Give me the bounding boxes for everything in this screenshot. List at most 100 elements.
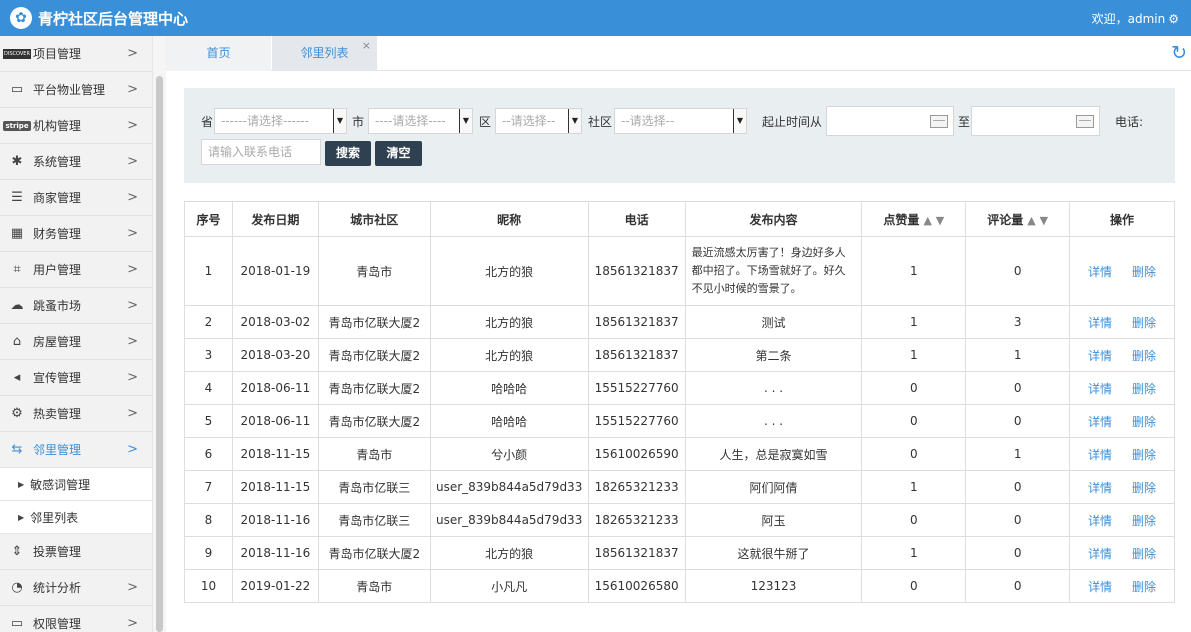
sidebar-item-promo[interactable]: ◂ 宣传管理 > <box>0 360 152 396</box>
detail-link[interactable]: 详情 <box>1088 580 1112 594</box>
detail-link[interactable]: 详情 <box>1088 415 1112 429</box>
cell-actions: 详情 删除 <box>1069 371 1175 405</box>
col-header-comments[interactable]: 评论量 ▲ ▼ <box>965 201 1071 237</box>
sidebar-item-label: 房屋管理 <box>33 335 82 349</box>
delete-link[interactable]: 删除 <box>1132 265 1156 279</box>
sidebar-item-finance[interactable]: ▦ 财务管理 > <box>0 216 152 252</box>
cell-content: 阿玉 <box>684 503 863 537</box>
calendar-icon[interactable] <box>1076 115 1094 128</box>
tab-home[interactable]: 首页 <box>166 36 271 71</box>
district-select[interactable]: --请选择-- ▼ <box>495 108 582 134</box>
search-button[interactable]: 搜索 <box>325 141 371 166</box>
sidebar-item-label: 宣传管理 <box>33 371 82 385</box>
sidebar-item-merchant[interactable]: ☰ 商家管理 > <box>0 180 152 216</box>
cell-actions: 详情 删除 <box>1069 305 1175 339</box>
cell-community: 青岛市亿联三 <box>317 470 431 504</box>
stripe-icon: stripe <box>3 120 31 131</box>
clear-button[interactable]: 清空 <box>375 141 422 166</box>
sort-icon[interactable]: ▲ ▼ <box>923 214 944 227</box>
end-date-input[interactable] <box>971 106 1100 136</box>
sidebar: DISCOVER 项目管理 > ▭ 平台物业管理 > stripe 机构管理 > ✱ 系统管理… <box>0 36 152 632</box>
cell-content: 最近流感太厉害了！身边好多人都中招了。下场雪就好了。好久不见小时候的雪景了。 <box>684 236 863 306</box>
phone-input[interactable]: 请输入联系电话 <box>201 139 321 165</box>
detail-link[interactable]: 详情 <box>1088 514 1112 528</box>
scrollbar-thumb[interactable] <box>156 76 163 632</box>
sidebar-item-stats[interactable]: ◔ 统计分析 > <box>0 570 152 606</box>
province-select[interactable]: ------请选择------ ▼ <box>214 108 347 134</box>
dropdown-arrow-icon: ▼ <box>459 109 472 133</box>
sidebar-item-label: 热卖管理 <box>33 407 82 421</box>
sidebar-item-vote[interactable]: ⇕ 投票管理 <box>0 534 152 570</box>
delete-link[interactable]: 删除 <box>1132 448 1156 462</box>
detail-link[interactable]: 详情 <box>1088 349 1112 363</box>
sidebar-item-permission[interactable]: ▭ 权限管理 > <box>0 606 152 632</box>
delete-link[interactable]: 删除 <box>1132 316 1156 330</box>
sidebar-item-hot-sale[interactable]: ⚙ 热卖管理 > <box>0 396 152 432</box>
cell-likes: 1 <box>861 536 967 570</box>
sidebar-subitem-neighbor-list[interactable]: ▶ 邻里列表 <box>0 501 152 534</box>
welcome-text: 欢迎，admin <box>1091 12 1166 26</box>
delete-link[interactable]: 删除 <box>1132 382 1156 396</box>
delete-link[interactable]: 删除 <box>1132 547 1156 561</box>
tab-neighbor-list[interactable]: 邻里列表 × <box>272 36 377 71</box>
delete-link[interactable]: 删除 <box>1132 349 1156 363</box>
refresh-icon[interactable]: ↻ <box>1171 42 1187 64</box>
community-select[interactable]: --请选择-- ▼ <box>614 108 747 134</box>
community-select-value: --请选择-- <box>621 114 675 128</box>
col-header-likes[interactable]: 点赞量 ▲ ▼ <box>861 201 967 237</box>
detail-link[interactable]: 详情 <box>1088 265 1112 279</box>
cell-actions: 详情 删除 <box>1069 569 1175 603</box>
cell-nickname: 哈哈哈 <box>429 371 589 405</box>
phone-label: 电话: <box>1115 115 1144 129</box>
caret-right-icon: ▶ <box>18 479 25 489</box>
detail-link[interactable]: 详情 <box>1088 316 1112 330</box>
sidebar-item-property[interactable]: ▭ 平台物业管理 > <box>0 72 152 108</box>
cell-community: 青岛市亿联大厦2 <box>317 404 431 438</box>
start-date-input[interactable] <box>826 106 954 136</box>
time-from-label: 起止时间从 <box>762 115 823 129</box>
cell-community: 青岛市 <box>317 569 431 603</box>
detail-link[interactable]: 详情 <box>1088 547 1112 561</box>
sidebar-item-neighborhood[interactable]: ⇆ 邻里管理 > <box>0 432 152 468</box>
sidebar-item-flea-market[interactable]: ☁ 跳蚤市场 > <box>0 288 152 324</box>
retweet-icon: ⇆ <box>11 442 23 457</box>
cell-date: 2018-06-11 <box>231 371 319 405</box>
detail-link[interactable]: 详情 <box>1088 481 1112 495</box>
gear-icon[interactable]: ⚙ <box>1168 12 1179 26</box>
sort-icon[interactable]: ▲ ▼ <box>1027 214 1048 227</box>
sidebar-scrollbar[interactable] <box>152 36 166 632</box>
delete-link[interactable]: 删除 <box>1132 514 1156 528</box>
calendar-icon[interactable] <box>930 115 948 128</box>
cell-comments: 1 <box>965 338 1071 372</box>
cell-community: 青岛市亿联大厦2 <box>317 536 431 570</box>
delete-link[interactable]: 删除 <box>1132 481 1156 495</box>
cell-comments: 0 <box>965 569 1071 603</box>
table-row: 7 2018-11-15 青岛市亿联三 user_839b844a5d79d33 182… <box>184 470 1175 504</box>
delete-link[interactable]: 删除 <box>1132 580 1156 594</box>
user-menu[interactable]: 欢迎，admin ⚙ <box>1092 10 1179 27</box>
sidebar-subitem-sensitive-words[interactable]: ▶ 敏感词管理 <box>0 468 152 501</box>
city-select[interactable]: ----请选择---- ▼ <box>368 108 473 134</box>
sidebar-item-project[interactable]: DISCOVER 项目管理 > <box>0 36 152 72</box>
cell-phone: 18561321837 <box>587 236 686 306</box>
sidebar-item-housing[interactable]: ⌂ 房屋管理 > <box>0 324 152 360</box>
table-row: 8 2018-11-16 青岛市亿联三 user_839b844a5d79d33 182… <box>184 503 1175 537</box>
cell-nickname: 北方的狼 <box>429 305 589 339</box>
sidebar-item-user[interactable]: ⌗ 用户管理 > <box>0 252 152 288</box>
col-header-label: 评论量 <box>987 212 1024 227</box>
volume-icon: ◂ <box>13 370 21 385</box>
detail-link[interactable]: 详情 <box>1088 448 1112 462</box>
col-header-actions: 操作 <box>1069 201 1175 237</box>
caret-right-icon: ▶ <box>18 512 25 522</box>
cell-date: 2018-11-16 <box>231 536 319 570</box>
sidebar-item-system[interactable]: ✱ 系统管理 > <box>0 144 152 180</box>
close-icon[interactable]: × <box>362 28 371 63</box>
cell-index: 9 <box>184 536 233 570</box>
cell-phone: 18265321233 <box>587 470 686 504</box>
cell-nickname: 北方的狼 <box>429 338 589 372</box>
gear-icon: ⚙ <box>11 406 23 421</box>
chevron-right-icon: > <box>127 154 138 169</box>
detail-link[interactable]: 详情 <box>1088 382 1112 396</box>
sidebar-item-org[interactable]: stripe 机构管理 > <box>0 108 152 144</box>
delete-link[interactable]: 删除 <box>1132 415 1156 429</box>
